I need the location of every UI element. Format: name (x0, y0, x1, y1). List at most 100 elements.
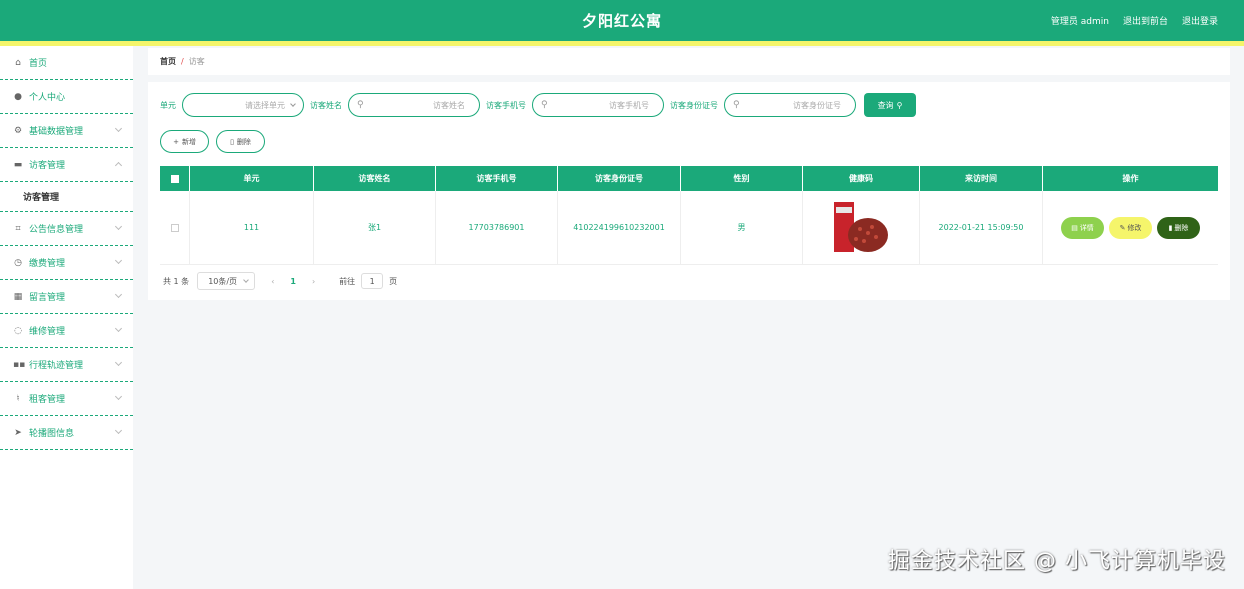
name-input-placeholder: 访客姓名 (433, 100, 465, 110)
add-button-label: 新增 (181, 137, 196, 146)
exit-front-link[interactable]: 退出到前台 (1123, 14, 1168, 27)
add-button[interactable]: + 新增 (160, 130, 209, 153)
delete-button-label: 删除 (236, 137, 251, 146)
column-header: 访客手机号 (436, 166, 558, 191)
prev-page-icon[interactable]: ‹ (271, 277, 274, 286)
detail-button-label: 详情 (1079, 223, 1094, 232)
trash-icon: ▯ (230, 137, 234, 146)
cell-phone: 17703786901 (436, 191, 558, 264)
admin-user-label: 管理员 admin (1050, 17, 1109, 27)
detail-button[interactable]: ▤ 详情 (1061, 216, 1104, 239)
sidebar-item-label: 个人中心 (29, 93, 66, 103)
column-header: 访客身份证号 (558, 166, 681, 191)
chevron-down-icon (290, 101, 296, 107)
cell-unit: 111 (190, 191, 314, 264)
pagination: 共 1 条 10条/页 ‹ 1 › 前往 1 页 (163, 272, 397, 290)
sidebar-item-carousel[interactable]: ➤ 轮播图信息 (0, 416, 133, 450)
sidebar: ⌂ 首页 ● 个人中心 ⚙ 基础数据管理 ▬ 访客管理 访客管理 ⌗ 公告信息管… (0, 46, 133, 589)
search-icon: ⚲ (896, 100, 903, 110)
breadcrumb-separator: / (181, 57, 184, 66)
sidebar-item-message[interactable]: ▦ 留言管理 (0, 280, 133, 314)
column-header: 健康码 (803, 166, 920, 191)
id-filter-label: 访客身份证号 (670, 100, 718, 110)
row-delete-button[interactable]: ▮ 删除 (1157, 216, 1200, 239)
sidebar-item-label: 留言管理 (29, 293, 66, 303)
page-size-select[interactable]: 10条/页 (197, 272, 256, 290)
header-stripe (0, 41, 1244, 46)
grid-icon: ▪▪ (13, 359, 26, 370)
pagination-total: 共 1 条 (163, 276, 190, 286)
page-suffix-label: 页 (389, 276, 398, 286)
sidebar-item-profile[interactable]: ● 个人中心 (0, 80, 133, 114)
phone-filter-label: 访客手机号 (486, 100, 526, 110)
sidebar-subitem-visitor[interactable]: 访客管理 (0, 182, 133, 212)
calendar-icon: ▦ (13, 291, 23, 302)
sidebar-item-home[interactable]: ⌂ 首页 (0, 46, 133, 80)
cell-actions: ▤ 详情 ✎ 修改 ▮ 删除 (1043, 191, 1218, 264)
chevron-down-icon (114, 222, 123, 231)
table-row: 111 张1 17703786901 410224199610232001 男 (160, 191, 1218, 265)
top-header: 夕阳红公寓 管理员 admin 退出到前台 退出登录 (0, 0, 1244, 41)
next-page-icon[interactable]: › (312, 277, 315, 286)
health-code-image[interactable] (832, 198, 890, 257)
logout-link[interactable]: 退出登录 (1182, 14, 1218, 27)
batch-delete-button[interactable]: ▯ 删除 (216, 130, 265, 153)
search-icon: ⚲ (541, 100, 548, 110)
sidebar-item-label: 基础数据管理 (29, 127, 84, 137)
user-icon: ● (14, 91, 22, 102)
row-checkbox[interactable] (170, 223, 179, 232)
filter-bar: 单元 请选择单元 访客姓名 ⚲ 访客姓名 访客手机号 ⚲ 访客手机号 访客身份证… (160, 93, 916, 117)
sidebar-item-payment[interactable]: ◷ 缴费管理 (0, 246, 133, 280)
crop-icon: ⌗ (15, 223, 21, 234)
document-icon: ▤ (1071, 223, 1078, 232)
row-actions: ▤ 详情 ✎ 修改 ▮ 删除 (1061, 216, 1200, 239)
edit-button[interactable]: ✎ 修改 (1109, 216, 1152, 239)
cell-id-number: 410224199610232001 (558, 191, 681, 264)
chevron-down-icon (114, 256, 123, 265)
phone-search-input[interactable]: ⚲ 访客手机号 (532, 93, 664, 117)
sidebar-item-notice[interactable]: ⌗ 公告信息管理 (0, 212, 133, 246)
chevron-down-icon (114, 392, 123, 401)
sidebar-item-label: 行程轨迹管理 (29, 361, 84, 371)
chevron-down-icon (114, 358, 123, 367)
search-icon: ⚲ (357, 100, 364, 110)
sidebar-item-repair[interactable]: ◌ 维修管理 (0, 314, 133, 348)
select-all-checkbox[interactable] (170, 174, 179, 183)
sidebar-item-trajectory[interactable]: ▪▪ 行程轨迹管理 (0, 348, 133, 382)
sidebar-item-basic-data[interactable]: ⚙ 基础数据管理 (0, 114, 133, 148)
goto-page-value: 1 (369, 276, 375, 286)
send-icon: ➤ (14, 427, 22, 438)
select-all-cell (160, 166, 190, 191)
id-input-placeholder: 访客身份证号 (793, 100, 841, 110)
edit-icon: ✎ (1119, 223, 1126, 232)
sidebar-item-label: 缴费管理 (29, 259, 66, 269)
page-size-value: 10条/页 (208, 276, 238, 286)
cell-gender: 男 (681, 191, 803, 264)
current-page-number[interactable]: 1 (290, 277, 296, 286)
unit-select-placeholder: 请选择单元 (245, 100, 285, 110)
goto-page-input[interactable]: 1 (361, 273, 384, 289)
trash-icon: ▮ (1168, 223, 1173, 232)
column-header: 操作 (1122, 174, 1139, 183)
power-icon: ◌ (14, 325, 22, 336)
goto-label: 前往 (339, 276, 356, 286)
name-search-input[interactable]: ⚲ 访客姓名 (348, 93, 480, 117)
column-header: 来访时间 (920, 166, 1043, 191)
settings-icon: ⚙ (13, 125, 23, 136)
sidebar-item-label: 租客管理 (29, 395, 66, 405)
visitor-table: 单元 访客姓名 访客手机号 访客身份证号 性别 健康码 来访时间 操作 111 … (160, 166, 1218, 265)
unit-select[interactable]: 请选择单元 (182, 93, 304, 117)
main-panel: 单元 请选择单元 访客姓名 ⚲ 访客姓名 访客手机号 ⚲ 访客手机号 访客身份证… (148, 82, 1230, 300)
sidebar-item-label: 轮播图信息 (29, 429, 75, 439)
query-button[interactable]: 查询 ⚲ (864, 93, 916, 117)
home-icon: ⌂ (15, 57, 21, 68)
breadcrumb-current: 访客 (188, 57, 205, 66)
id-search-input[interactable]: ⚲ 访客身份证号 (724, 93, 856, 117)
column-header: 性别 (681, 166, 803, 191)
breadcrumb-home[interactable]: 首页 (160, 56, 176, 67)
chevron-down-icon (114, 324, 123, 333)
sidebar-item-label: 公告信息管理 (29, 225, 84, 235)
sidebar-item-tenant[interactable]: ♮ 租客管理 (0, 382, 133, 416)
plus-icon: + (173, 137, 179, 146)
sidebar-item-visitor-group[interactable]: ▬ 访客管理 (0, 148, 133, 182)
